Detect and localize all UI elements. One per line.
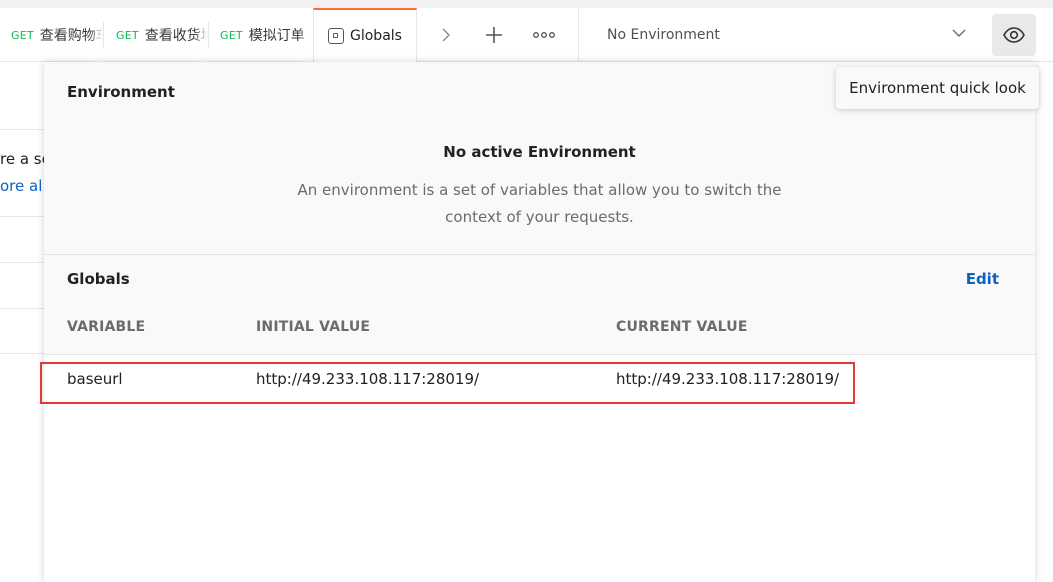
request-tab[interactable]: GET 模拟订单 [209,8,312,62]
environment-selector[interactable]: No Environment [578,8,982,62]
tab-label: Globals [350,28,402,44]
environment-quick-look-popup: Environment No active Environment An env… [44,62,1035,582]
environment-header: Environment [67,83,175,101]
tab-bar: GET 查看购物车 GET 查看收货地址 GET 模拟订单 Globals [0,0,1053,62]
request-tab[interactable]: GET 查看收货地址 [105,8,208,62]
column-header-current-value: CURRENT VALUE [616,319,748,335]
more-tabs-button[interactable] [528,8,560,62]
environment-quick-look-button[interactable] [992,14,1036,56]
new-tab-button[interactable] [478,8,510,62]
globals-section-title: Globals [67,270,130,288]
edit-globals-button[interactable]: Edit [966,270,999,288]
empty-state-description: An environment is a set of variables tha… [297,181,782,226]
globals-icon [328,28,344,44]
more-horizontal-icon [533,32,555,38]
column-header-initial-value: INITIAL VALUE [256,319,371,335]
environment-quick-look-tooltip: Environment quick look [836,67,1039,109]
tab-label: 模拟订单 [248,28,305,44]
highlight-box [40,362,855,404]
method-label: GET [116,28,139,42]
background-panel: re a se ore al [0,62,51,573]
background-link[interactable]: ore al [0,177,42,195]
tab-globals[interactable]: Globals [313,8,417,62]
empty-state-title: No active Environment [443,143,636,161]
eye-icon [1003,27,1025,43]
chevron-right-icon [442,28,450,42]
column-header-variable: VARIABLE [67,319,146,335]
scroll-tabs-button[interactable] [432,8,460,62]
chevron-down-icon [952,29,966,37]
environment-selected: No Environment [607,27,720,43]
method-label: GET [220,28,243,42]
plus-icon [486,27,502,43]
request-tab[interactable]: GET 查看购物车 [0,8,103,62]
method-label: GET [11,28,34,42]
